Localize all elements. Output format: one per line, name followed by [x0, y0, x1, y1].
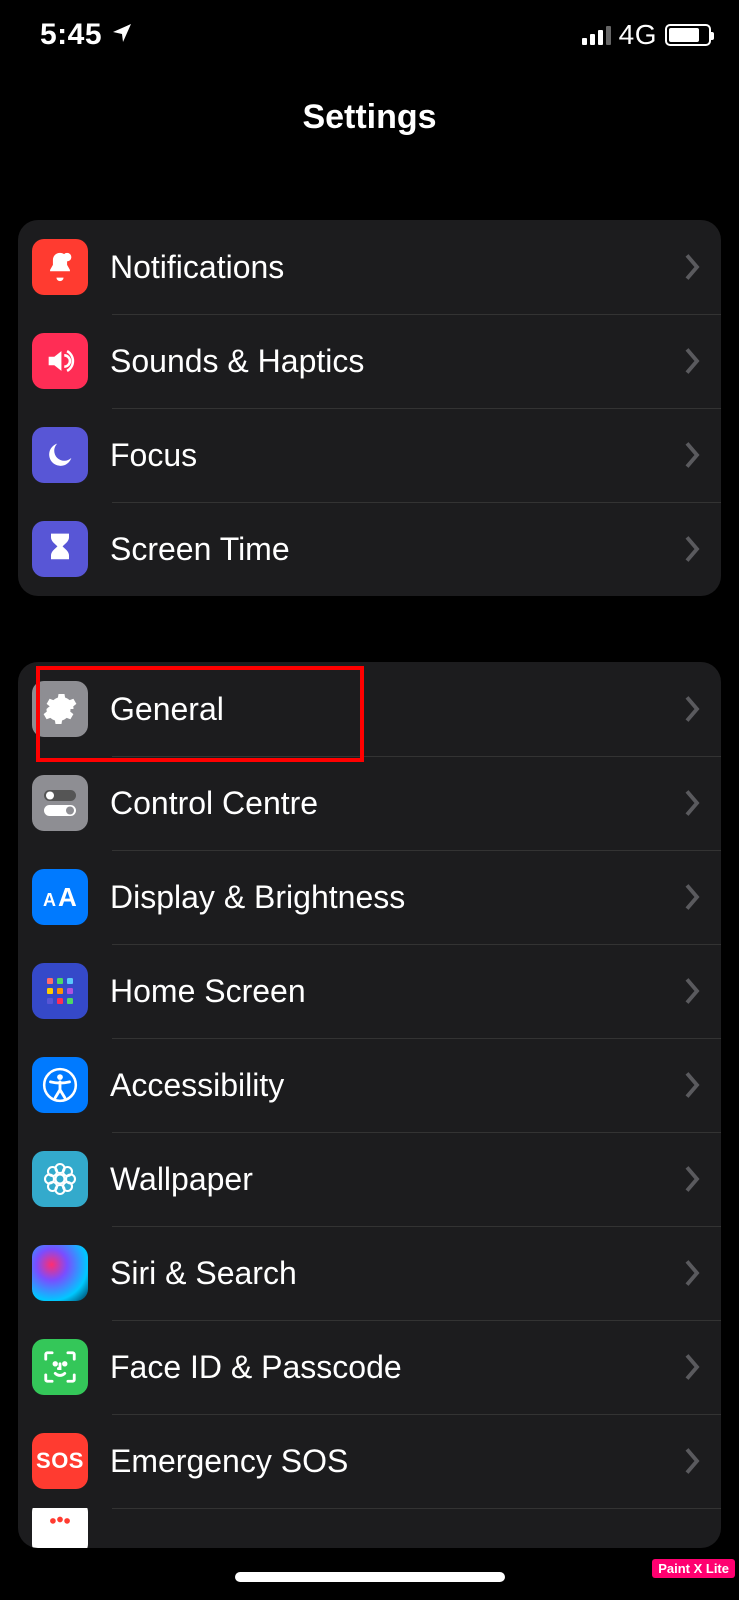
chevron-right-icon	[683, 788, 701, 818]
settings-row-emergency-sos[interactable]: SOS Emergency SOS	[18, 1414, 721, 1508]
settings-row-sounds-haptics[interactable]: Sounds & Haptics	[18, 314, 721, 408]
health-icon	[32, 1508, 88, 1548]
settings-row-screen-time[interactable]: Screen Time	[18, 502, 721, 596]
settings-group-1: Notifications Sounds & Haptics Focus Scr…	[18, 220, 721, 596]
flower-icon	[32, 1151, 88, 1207]
chevron-right-icon	[683, 976, 701, 1006]
battery-icon	[665, 24, 711, 46]
faceid-icon	[32, 1339, 88, 1395]
row-label: Display & Brightness	[110, 879, 683, 916]
row-label: Accessibility	[110, 1067, 683, 1104]
row-label: Wallpaper	[110, 1161, 683, 1198]
settings-row-partial[interactable]	[18, 1508, 721, 1548]
gear-icon	[32, 681, 88, 737]
sos-icon: SOS	[32, 1433, 88, 1489]
row-label: Face ID & Passcode	[110, 1349, 683, 1386]
chevron-right-icon	[683, 534, 701, 564]
chevron-right-icon	[683, 252, 701, 282]
status-left: 5:45	[40, 18, 134, 52]
watermark: Paint X Lite	[652, 1559, 735, 1578]
bell-icon	[32, 239, 88, 295]
settings-row-home-screen[interactable]: Home Screen	[18, 944, 721, 1038]
chevron-right-icon	[683, 1258, 701, 1288]
moon-icon	[32, 427, 88, 483]
speaker-icon	[32, 333, 88, 389]
status-right: 4G	[582, 19, 711, 51]
row-label: Notifications	[110, 249, 683, 286]
settings-row-faceid-passcode[interactable]: Face ID & Passcode	[18, 1320, 721, 1414]
text-size-icon: AA	[32, 869, 88, 925]
chevron-right-icon	[683, 882, 701, 912]
page-title: Settings	[302, 98, 436, 137]
chevron-right-icon	[683, 1446, 701, 1476]
accessibility-icon	[32, 1057, 88, 1113]
row-label: Focus	[110, 437, 683, 474]
home-indicator[interactable]	[235, 1572, 505, 1582]
settings-row-wallpaper[interactable]: Wallpaper	[18, 1132, 721, 1226]
settings-row-general[interactable]: General	[18, 662, 721, 756]
settings-row-focus[interactable]: Focus	[18, 408, 721, 502]
row-label: Emergency SOS	[110, 1443, 683, 1480]
hourglass-icon	[32, 521, 88, 577]
grid-icon	[32, 963, 88, 1019]
row-label: Control Centre	[110, 785, 683, 822]
status-time: 5:45	[40, 18, 102, 52]
header: Settings	[0, 70, 739, 170]
svg-text:A: A	[43, 890, 56, 910]
settings-list: Notifications Sounds & Haptics Focus Scr…	[0, 170, 739, 1548]
chevron-right-icon	[683, 694, 701, 724]
settings-row-notifications[interactable]: Notifications	[18, 220, 721, 314]
chevron-right-icon	[683, 1070, 701, 1100]
status-bar: 5:45 4G	[0, 0, 739, 70]
chevron-right-icon	[683, 1352, 701, 1382]
settings-group-2: General Control Centre AA Display & Brig…	[18, 662, 721, 1548]
chevron-right-icon	[683, 346, 701, 376]
row-label: General	[110, 691, 683, 728]
chevron-right-icon	[683, 1164, 701, 1194]
svg-text:A: A	[58, 882, 77, 912]
row-label: Siri & Search	[110, 1255, 683, 1292]
settings-row-control-centre[interactable]: Control Centre	[18, 756, 721, 850]
location-icon	[110, 21, 134, 50]
row-label: Home Screen	[110, 973, 683, 1010]
settings-row-siri-search[interactable]: Siri & Search	[18, 1226, 721, 1320]
toggles-icon	[32, 775, 88, 831]
settings-row-accessibility[interactable]: Accessibility	[18, 1038, 721, 1132]
row-label: Sounds & Haptics	[110, 343, 683, 380]
network-label: 4G	[619, 19, 657, 51]
siri-icon	[32, 1245, 88, 1301]
chevron-right-icon	[683, 440, 701, 470]
row-label: Screen Time	[110, 531, 683, 568]
cellular-signal-icon	[582, 25, 611, 45]
settings-row-display-brightness[interactable]: AA Display & Brightness	[18, 850, 721, 944]
